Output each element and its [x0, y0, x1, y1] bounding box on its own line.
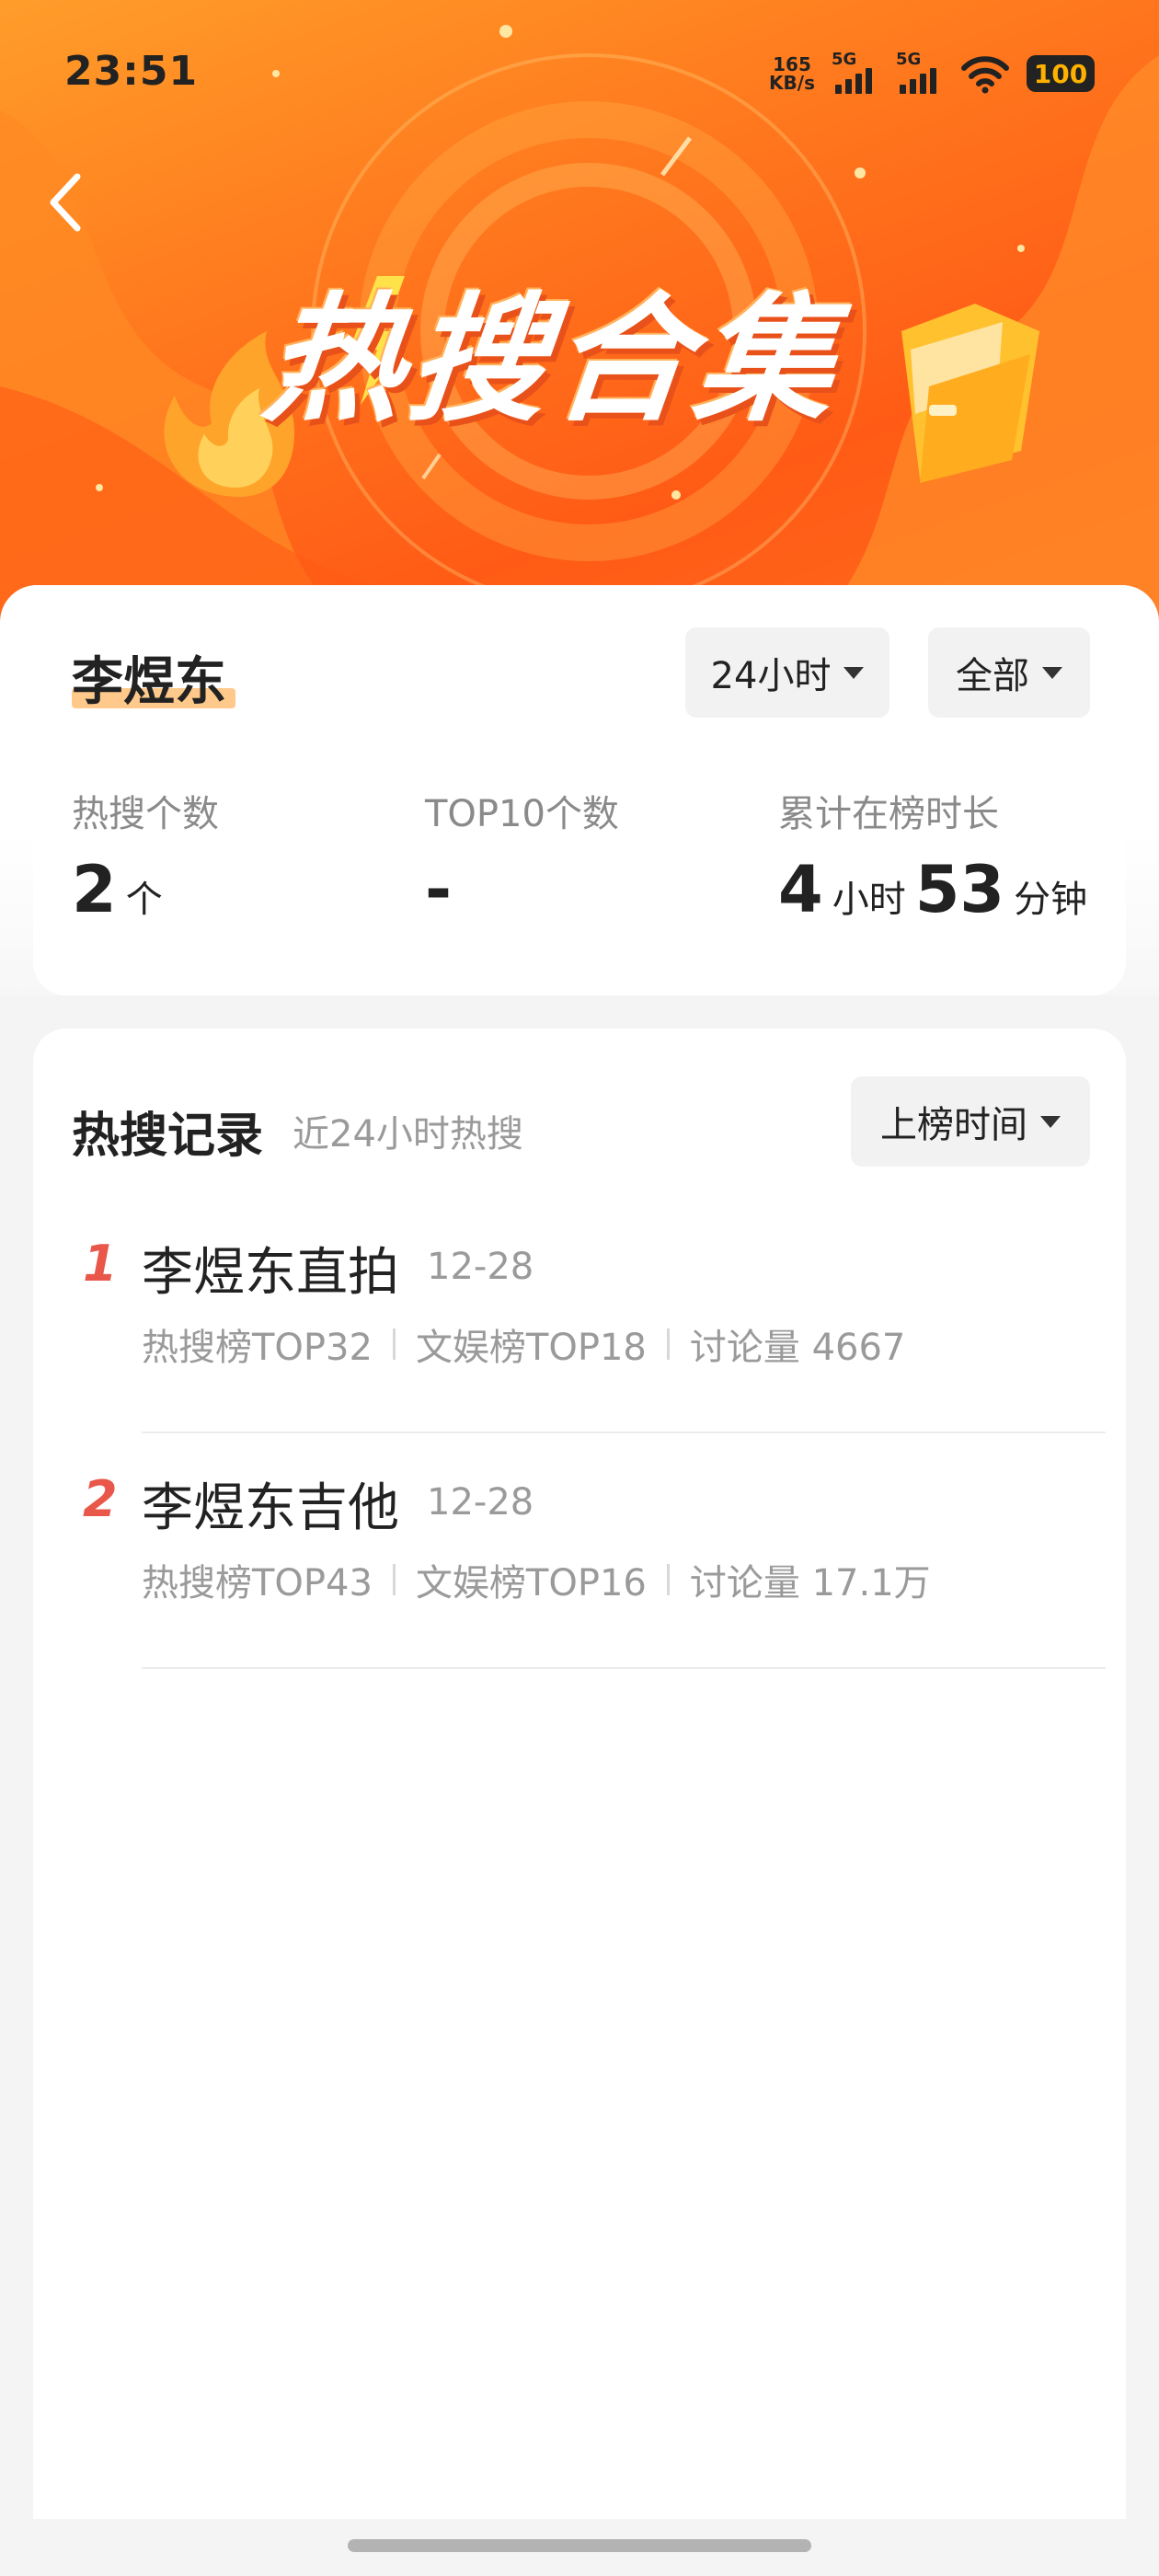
hot-count-unit: 个 — [125, 879, 163, 921]
sim1-signal-icon: 5G — [832, 50, 879, 96]
divider — [666, 1328, 670, 1360]
duration-minutes-unit: 分钟 — [1014, 879, 1088, 921]
sort-dropdown[interactable]: 上榜时间 — [851, 1076, 1090, 1167]
network-speed: 165 KB/s — [769, 55, 815, 92]
battery-indicator: 100 — [1027, 55, 1095, 92]
top10-value: - — [425, 852, 453, 927]
duration-hours-unit: 小时 — [832, 879, 906, 921]
duration-minutes: 53 — [914, 852, 1005, 927]
hot-count-value: 2 — [72, 852, 117, 927]
status-time: 23:51 — [64, 48, 199, 95]
list-item[interactable]: 1 李煜东直拍 12-28 热搜榜TOP32 文娱榜TOP18 讨论量 4667 — [33, 1198, 1126, 1433]
hot-search-collection-page: 23:51 165 KB/s 5G 5G 100 热搜合集 李煜东 24小时 全… — [0, 0, 1159, 2576]
top10-stat: - — [425, 852, 452, 927]
caret-down-icon — [843, 666, 865, 679]
discussion-count: 讨论量 17.1万 — [689, 1562, 931, 1604]
hot-rank: 热搜榜TOP43 — [142, 1562, 373, 1604]
caret-down-icon — [1040, 1115, 1061, 1128]
topic-date: 12-28 — [427, 1246, 534, 1288]
chevron-left-icon — [50, 173, 81, 232]
records-title: 热搜记录 — [72, 1109, 264, 1164]
divider — [666, 1564, 670, 1595]
divider — [392, 1328, 396, 1360]
home-indicator[interactable] — [348, 2539, 811, 2552]
network-speed-value: 165 — [773, 53, 811, 75]
topic-date: 12-28 — [427, 1481, 534, 1524]
duration-label: 累计在榜时长 — [778, 793, 999, 835]
hero-title: 热搜合集 — [257, 281, 848, 441]
ent-rank: 文娱榜TOP18 — [415, 1327, 647, 1369]
divider — [392, 1564, 396, 1595]
row-divider — [142, 1667, 1106, 1669]
records-card: 热搜记录 近24小时热搜 上榜时间 1 李煜东直拍 12-28 热搜榜TOP32… — [33, 1029, 1126, 2519]
profile-summary: 李煜东 24小时 全部 热搜个数 2 个 TOP10个数 - 累计在榜时长 4 … — [33, 585, 1126, 995]
sim1-label: 5G — [832, 50, 857, 69]
top10-label: TOP10个数 — [425, 793, 619, 835]
list-item[interactable]: 2 李煜东吉他 12-28 热搜榜TOP43 文娱榜TOP16 讨论量 17.1… — [33, 1433, 1126, 1669]
caret-down-icon — [1042, 666, 1062, 679]
scope-dropdown[interactable]: 全部 — [928, 627, 1090, 718]
network-speed-unit: KB/s — [769, 72, 815, 94]
status-bar: 23:51 165 KB/s 5G 5G 100 — [0, 0, 1159, 147]
topic-meta: 热搜榜TOP43 文娱榜TOP16 讨论量 17.1万 — [142, 1553, 931, 1606]
person-name: 李煜东 — [72, 652, 226, 712]
time-range-label: 24小时 — [710, 655, 832, 697]
back-button[interactable] — [37, 166, 92, 239]
rank-number: 1 — [83, 1235, 118, 1293]
topic-title: 李煜东吉他 — [142, 1478, 399, 1538]
status-icons: 165 KB/s 5G 5G 100 — [769, 50, 1095, 96]
scope-label: 全部 — [956, 655, 1029, 697]
records-subtitle: 近24小时热搜 — [293, 1113, 523, 1156]
duration-stat: 4 小时 53 分钟 — [778, 852, 1087, 927]
topic-meta: 热搜榜TOP32 文娱榜TOP18 讨论量 4667 — [142, 1317, 905, 1371]
sort-label: 上榜时间 — [880, 1104, 1027, 1146]
topic-title: 李煜东直拍 — [142, 1243, 399, 1303]
wifi-icon — [961, 56, 1009, 94]
discussion-count: 讨论量 4667 — [689, 1327, 906, 1369]
time-range-dropdown[interactable]: 24小时 — [685, 627, 889, 718]
hot-count-stat: 2 个 — [72, 852, 163, 927]
ent-rank: 文娱榜TOP16 — [415, 1562, 647, 1604]
sim2-signal-icon: 5G — [896, 50, 944, 96]
hot-count-label: 热搜个数 — [72, 793, 219, 835]
sim2-label: 5G — [896, 50, 922, 69]
profile-card: 李煜东 24小时 全部 热搜个数 2 个 TOP10个数 - 累计在榜时长 4 … — [0, 585, 1159, 995]
rank-number: 2 — [83, 1470, 118, 1528]
hero-banner: 23:51 165 KB/s 5G 5G 100 热搜合集 — [0, 0, 1159, 644]
duration-hours: 4 — [778, 852, 823, 927]
hot-rank: 热搜榜TOP32 — [142, 1327, 373, 1369]
